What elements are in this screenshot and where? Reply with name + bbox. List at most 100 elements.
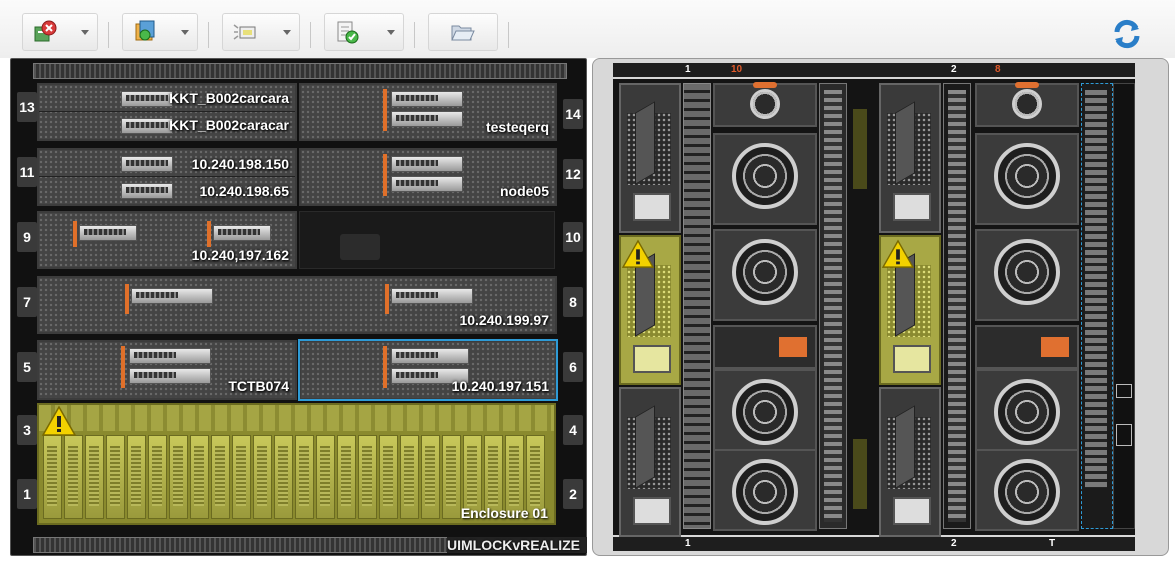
release-handle	[383, 154, 387, 196]
power-actions-dropdown[interactable]	[122, 13, 198, 51]
drive-bay[interactable]	[43, 435, 62, 519]
drive-bay[interactable]	[295, 435, 314, 519]
power-supply-3[interactable]	[619, 387, 681, 537]
drive-bay[interactable]	[442, 435, 461, 519]
blank-fan-slot[interactable]	[713, 325, 817, 369]
io-module-1[interactable]	[683, 83, 711, 529]
release-handle	[207, 221, 211, 247]
folder-action-button[interactable]	[428, 13, 498, 51]
fan-module[interactable]	[713, 369, 817, 461]
drive-tray	[121, 118, 173, 134]
rear-bottom-bar: 1 2 T	[613, 537, 1135, 551]
warning-icon[interactable]	[881, 239, 915, 269]
empty-bay-10[interactable]	[299, 211, 555, 269]
power-supply-1[interactable]	[619, 83, 681, 233]
compute-node-11[interactable]: 10.240.198.150 10.240.198.65	[37, 148, 297, 206]
drive-bay[interactable]	[337, 435, 356, 519]
management-module-selected[interactable]	[1081, 83, 1113, 529]
fan-icon	[994, 143, 1060, 209]
drive-tray	[129, 348, 211, 364]
fan-module[interactable]	[975, 133, 1079, 225]
cmm-side-panel[interactable]	[1113, 83, 1135, 529]
blank-fan-slot[interactable]	[975, 325, 1079, 369]
switch-module-1[interactable]	[819, 83, 847, 529]
rear-module-area	[613, 79, 1135, 537]
power-socket-icon	[893, 193, 931, 221]
fan-icon	[994, 239, 1060, 305]
chevron-down-icon	[387, 30, 395, 35]
node-label: 10.240.198.150	[191, 156, 289, 172]
node-label: TCTB074	[228, 378, 289, 394]
psu-handle	[635, 405, 655, 489]
fan-module-small-1[interactable]	[713, 82, 817, 127]
storage-label: Enclosure 01	[460, 505, 548, 521]
node-label: KKT_B002carcara	[169, 90, 289, 106]
toolbar-divider	[414, 22, 415, 48]
drive-tray	[391, 348, 469, 364]
node-label: 10.240.199.97	[459, 312, 549, 328]
drive-bay[interactable]	[169, 435, 188, 519]
drive-bay[interactable]	[358, 435, 377, 519]
drive-bay[interactable]	[148, 435, 167, 519]
toolbar-divider	[508, 22, 509, 48]
drive-bay[interactable]	[127, 435, 146, 519]
drive-bay[interactable]	[64, 435, 83, 519]
warning-icon[interactable]	[41, 405, 77, 437]
psu-handle	[635, 101, 655, 185]
power-supply-4[interactable]	[879, 83, 941, 233]
drive-bay[interactable]	[211, 435, 230, 519]
toolbar-divider	[310, 22, 311, 48]
warning-icon[interactable]	[621, 239, 655, 269]
release-handle	[383, 89, 387, 131]
drive-bay[interactable]	[253, 435, 272, 519]
drive-bay[interactable]	[232, 435, 251, 519]
fan-module[interactable]	[713, 229, 817, 321]
slot-number-11: 11	[17, 157, 37, 187]
fan-module[interactable]	[975, 449, 1079, 531]
slot-number-3: 3	[17, 415, 37, 445]
slot-number-5: 5	[17, 352, 37, 382]
compute-node-5[interactable]: TCTB074	[37, 340, 297, 400]
drive-bay[interactable]	[85, 435, 104, 519]
drive-tray	[391, 91, 463, 107]
psu-handle	[895, 101, 915, 185]
fan-icon	[732, 379, 798, 445]
compute-node-6-selected[interactable]: 10.240.197.151	[298, 339, 558, 401]
compute-node-13[interactable]: KKT_B002carcara KKT_B002caracar	[37, 83, 297, 141]
usb-port-icon	[1116, 424, 1132, 446]
drive-bay[interactable]	[274, 435, 293, 519]
fan-module[interactable]	[975, 369, 1079, 461]
fan-module[interactable]	[713, 133, 817, 225]
node-label: node05	[499, 183, 549, 199]
chevron-down-icon	[81, 30, 89, 35]
fan-module-small-2[interactable]	[975, 82, 1079, 127]
compute-node-9[interactable]: 10.240,197.162	[37, 211, 297, 269]
storage-enclosure[interactable]: Enclosure 01	[37, 403, 556, 525]
slot-number-2: 2	[563, 479, 583, 509]
config-actions-dropdown[interactable]	[324, 13, 404, 51]
drive-bay[interactable]	[190, 435, 209, 519]
compute-node-14[interactable]: testeqerq	[299, 83, 557, 141]
node-label: 10.240,197.162	[191, 247, 289, 263]
drive-tray	[121, 183, 173, 199]
drive-bay[interactable]	[379, 435, 398, 519]
led-identify-icon	[233, 24, 256, 40]
compute-node-7[interactable]: 10.240.199.97	[37, 276, 557, 334]
fan-module[interactable]	[975, 229, 1079, 321]
status-actions-dropdown[interactable]	[22, 13, 98, 51]
drive-tray	[391, 176, 463, 192]
refresh-icon[interactable]	[1111, 18, 1143, 50]
compute-node-12[interactable]: node05	[299, 148, 557, 206]
drive-bay[interactable]	[421, 435, 440, 519]
identify-actions-dropdown[interactable]	[222, 13, 300, 51]
bay-label	[853, 439, 867, 509]
drive-bay[interactable]	[106, 435, 125, 519]
drive-bay[interactable]	[316, 435, 335, 519]
storage-topbar	[39, 405, 554, 431]
drive-bay[interactable]	[400, 435, 419, 519]
rear-label: 1	[685, 538, 691, 549]
fan-module[interactable]	[713, 449, 817, 531]
switch-module-2[interactable]	[943, 83, 971, 529]
power-supply-6[interactable]	[879, 387, 941, 537]
fan-icon	[750, 89, 780, 119]
